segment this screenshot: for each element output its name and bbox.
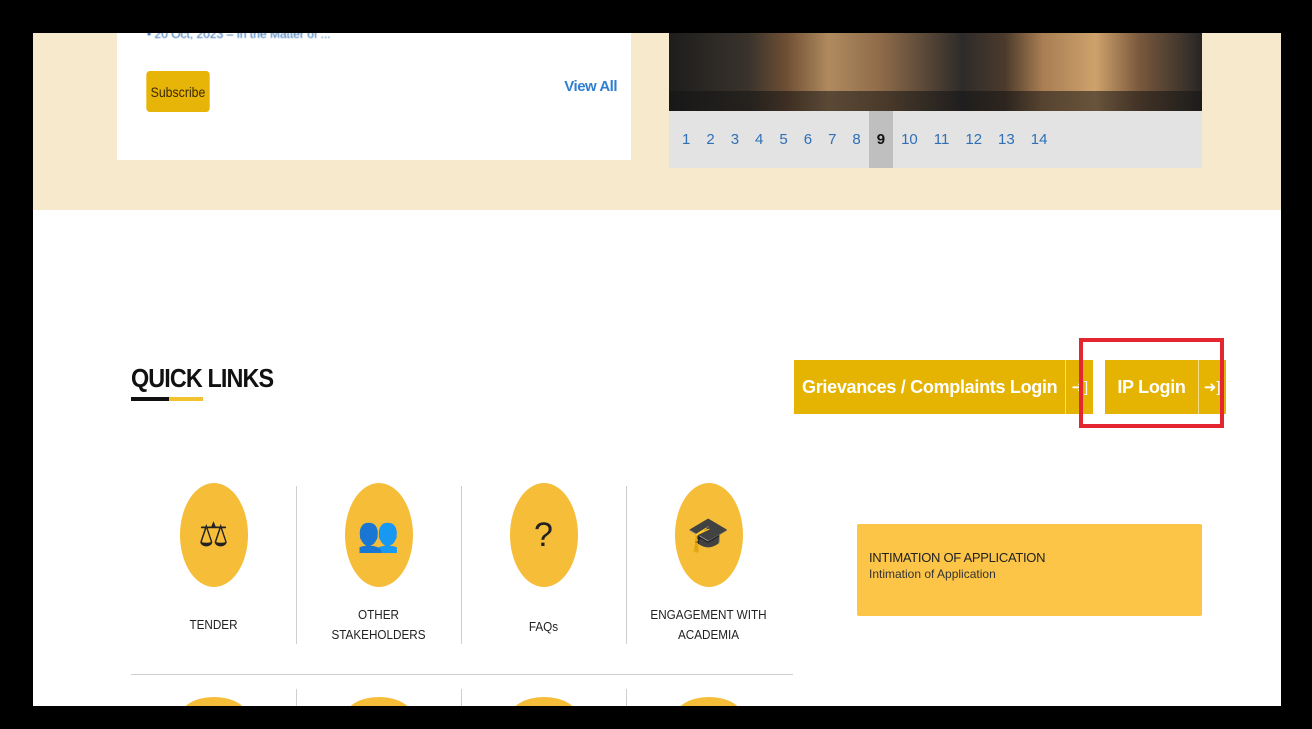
slider-page-5[interactable]: 5 (771, 111, 795, 168)
intimation-of-application-card[interactable]: INTIMATION OF APPLICATION Intimation of … (857, 524, 1202, 616)
grid-divider (626, 689, 627, 706)
quick-link-circle-partial[interactable] (345, 697, 413, 706)
intimation-title: INTIMATION OF APPLICATION (869, 550, 1046, 565)
quick-link-label: TENDER (189, 617, 238, 632)
quick-link-label-line2: ACADEMIA (677, 627, 740, 642)
quick-link-other-stakeholders[interactable]: 👥 OTHER STAKEHOLDERS (296, 483, 461, 673)
gavel-icon: ⚖ (179, 483, 248, 587)
quick-link-label-line2: STAKEHOLDERS (331, 627, 426, 642)
grid-divider (296, 689, 297, 706)
quick-link-label: FAQs (528, 619, 559, 634)
quick-link-label-line1: OTHER (358, 607, 399, 622)
slider-page-12[interactable]: 12 (957, 111, 990, 168)
quick-link-circle-partial[interactable] (180, 697, 248, 706)
page-viewport: • 20 Oct, 2023 – In the Matter of ... Su… (33, 33, 1281, 706)
subscribe-button[interactable]: Subscribe (146, 71, 210, 112)
image-slider: 1 2 3 4 5 6 7 8 9 10 11 12 13 14 (669, 33, 1202, 168)
news-card: • 20 Oct, 2023 – In the Matter of ... Su… (117, 33, 631, 160)
slider-photo (669, 33, 1202, 111)
ip-login-highlight (1079, 338, 1224, 428)
slider-page-9-active[interactable]: 9 (868, 111, 894, 168)
quick-link-tender[interactable]: ⚖ TENDER (131, 483, 296, 673)
slider-page-10[interactable]: 10 (893, 111, 926, 168)
quick-link-circle-partial[interactable] (675, 697, 743, 706)
grid-divider (461, 689, 462, 706)
quick-link-faqs[interactable]: ? FAQs (461, 483, 626, 673)
meeting-icon: 👥 (344, 483, 413, 587)
slider-page-14[interactable]: 14 (1023, 111, 1056, 168)
slider-page-13[interactable]: 13 (990, 111, 1023, 168)
slider-pager: 1 2 3 4 5 6 7 8 9 10 11 12 13 14 (669, 111, 1202, 168)
slider-page-8[interactable]: 8 (844, 111, 868, 168)
view-all-link[interactable]: View All (564, 78, 617, 95)
slider-page-7[interactable]: 7 (820, 111, 844, 168)
title-underline-dark (131, 397, 169, 401)
quick-links-title: QUICK LINKS (131, 363, 274, 393)
question-bubble-icon: ? (509, 483, 578, 587)
graduation-cap-icon: 🎓 (674, 483, 743, 587)
slider-page-1[interactable]: 1 (674, 111, 698, 168)
quick-link-engagement-academia[interactable]: 🎓 ENGAGEMENT WITH ACADEMIA (626, 483, 791, 673)
slider-page-11[interactable]: 11 (926, 111, 958, 168)
slider-page-3[interactable]: 3 (723, 111, 747, 168)
top-band: • 20 Oct, 2023 – In the Matter of ... Su… (33, 33, 1281, 210)
slider-page-6[interactable]: 6 (796, 111, 820, 168)
grievances-login-button[interactable]: Grievances / Complaints Login (794, 360, 1065, 414)
quick-link-circle-partial[interactable] (510, 697, 578, 706)
quick-link-label-line1: ENGAGEMENT WITH (650, 607, 767, 622)
slider-page-4[interactable]: 4 (747, 111, 771, 168)
slider-page-2[interactable]: 2 (698, 111, 722, 168)
title-underline-gold (169, 397, 203, 401)
news-cut-text[interactable]: • 20 Oct, 2023 – In the Matter of ... (147, 33, 331, 41)
intimation-subtitle: Intimation of Application (869, 567, 996, 581)
quick-links-grid: ⚖ TENDER 👥 OTHER STAKEHOLDERS ? FAQs 🎓 E… (131, 483, 793, 683)
grid-row-divider (131, 674, 793, 675)
